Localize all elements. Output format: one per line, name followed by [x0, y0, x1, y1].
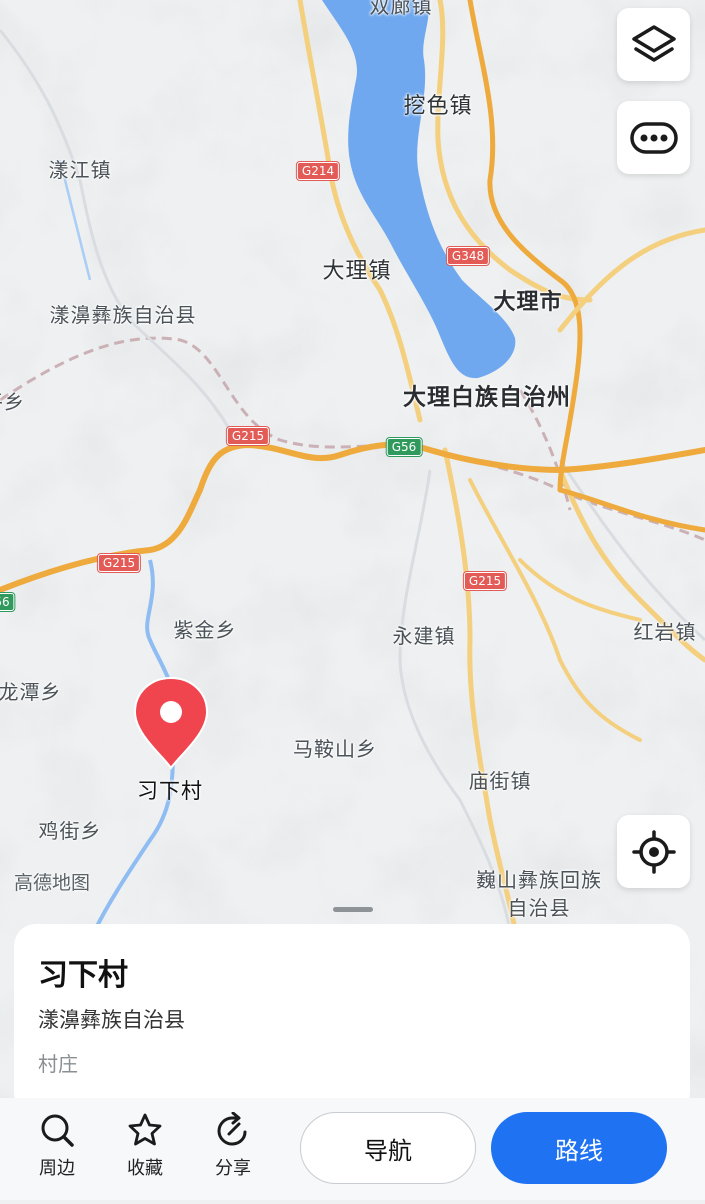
place-info-card[interactable]: 习下村 漾濞彝族自治县 村庄: [14, 924, 690, 1114]
bottom-action-bar: 周边 收藏 分享 导航 路线: [0, 1098, 705, 1200]
share-icon: [217, 1112, 247, 1146]
place-district: 漾濞彝族自治县: [38, 1008, 185, 1032]
place-label: 庙街镇: [468, 769, 532, 793]
share-button[interactable]: 分享: [198, 1112, 268, 1180]
location-pin-icon[interactable]: [133, 676, 209, 770]
nearby-label: 周边: [39, 1158, 75, 1179]
pin-label: 习下村: [137, 779, 203, 803]
star-icon: [128, 1113, 162, 1146]
layers-button[interactable]: [617, 8, 690, 81]
place-label: 挖色镇: [403, 94, 473, 119]
share-label: 分享: [215, 1158, 251, 1179]
place-label: 大理白族自治州: [403, 384, 571, 411]
place-label: 双廊镇: [369, 0, 433, 18]
favorite-button[interactable]: 收藏: [110, 1112, 180, 1180]
road-shield: 56: [0, 592, 16, 612]
place-label: 巍山彝族回族自治县: [476, 868, 602, 920]
layers-icon: [631, 24, 676, 62]
favorite-label: 收藏: [127, 1158, 163, 1179]
place-label: 龙潭乡: [0, 680, 62, 704]
nearby-button[interactable]: 周边: [22, 1112, 92, 1180]
navigate-button[interactable]: 导航: [300, 1112, 476, 1184]
route-button[interactable]: 路线: [491, 1112, 667, 1184]
place-label: 永建镇: [392, 624, 456, 648]
place-label: 紫金乡: [173, 618, 237, 642]
road-shield: G56: [385, 437, 423, 457]
locate-button[interactable]: [617, 815, 690, 888]
place-label: 平乡: [0, 390, 25, 414]
place-label: 大理镇: [322, 259, 392, 284]
more-dots-icon: [629, 121, 678, 154]
place-label: 红岩镇: [633, 620, 697, 644]
road-shield: G215: [225, 426, 271, 446]
place-label: 鸡街乡: [38, 819, 102, 843]
place-label: 大理市: [493, 290, 563, 315]
place-label: 马鞍山乡: [293, 737, 377, 761]
place-type: 村庄: [38, 1052, 78, 1076]
more-button[interactable]: [617, 101, 690, 174]
place-title: 习下村: [38, 958, 128, 993]
locate-crosshair-icon: [631, 829, 676, 874]
provider-logo: 高德地图: [14, 872, 91, 894]
road-shield: G215: [96, 553, 142, 573]
drag-handle[interactable]: [333, 907, 373, 912]
place-label: 漾濞彝族自治县: [49, 303, 197, 327]
road-shield: G348: [445, 246, 491, 266]
search-icon: [41, 1114, 74, 1147]
road-shield: G214: [295, 161, 341, 181]
road-shield: G215: [462, 571, 508, 591]
place-label: 漾江镇: [48, 158, 112, 182]
